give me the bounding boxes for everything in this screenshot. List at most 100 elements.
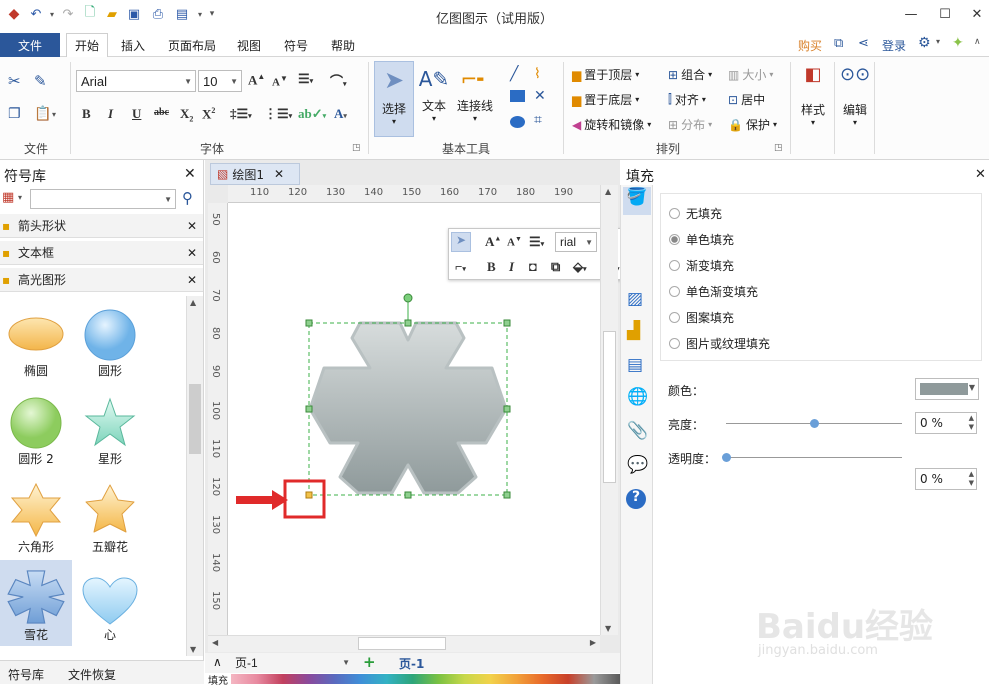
- paste-icon[interactable]: 📋: [34, 106, 51, 122]
- resize-handle[interactable]: [503, 491, 511, 499]
- tab-home[interactable]: 开始: [66, 33, 108, 58]
- layers-icon[interactable]: ▟: [627, 321, 640, 341]
- ellipse-tool-icon[interactable]: [510, 116, 525, 128]
- shrink-font-icon[interactable]: A▼: [272, 74, 288, 89]
- float-bold-icon[interactable]: B: [487, 259, 496, 275]
- document-tab[interactable]: ▧ 绘图1 ✕: [210, 163, 300, 185]
- float-grow-font-icon[interactable]: A▲: [485, 234, 501, 250]
- underline-icon[interactable]: U: [132, 106, 141, 122]
- font-name-select[interactable]: Arial ▼: [76, 70, 196, 92]
- scroll-down-icon[interactable]: ▼: [190, 645, 196, 654]
- shape-circle-2[interactable]: 圆形 2: [0, 384, 72, 470]
- resize-handle[interactable]: [305, 319, 313, 327]
- page-select[interactable]: 页-1 ▼: [231, 653, 353, 671]
- shape-circle[interactable]: 圆形: [74, 296, 146, 382]
- select-tool-button[interactable]: ➤ 选择 ▾: [374, 61, 414, 137]
- page-list-icon[interactable]: ▤: [627, 355, 643, 375]
- transparency-input[interactable]: 0 % ▲ ▼: [915, 468, 977, 490]
- italic-icon[interactable]: I: [108, 106, 113, 122]
- font-dialog-launcher-icon[interactable]: ◳: [352, 143, 361, 153]
- canvas-horizontal-scrollbar[interactable]: ◀ ▶: [208, 635, 600, 652]
- shape-five-petal-flower[interactable]: 五瓣花: [74, 472, 146, 558]
- line-tool-icon[interactable]: ╱: [510, 66, 518, 82]
- text-curve-icon[interactable]: ⌒▾: [330, 71, 347, 90]
- transparency-slider-track[interactable]: [726, 457, 902, 458]
- canvas-hscroll-thumb[interactable]: [358, 637, 446, 650]
- radio-picture-fill[interactable]: 图片或纹理填充: [669, 330, 981, 356]
- palette-swatches[interactable]: [231, 674, 620, 684]
- brightness-slider-thumb[interactable]: [810, 419, 819, 428]
- library-scroll-thumb[interactable]: [189, 384, 201, 454]
- float-select-icon[interactable]: ➤: [451, 232, 471, 252]
- float-italic-icon[interactable]: I: [509, 259, 514, 275]
- page-tab[interactable]: 页-1: [399, 655, 424, 672]
- tab-view[interactable]: 视图: [228, 33, 270, 57]
- paste-dropdown-icon[interactable]: ▾: [52, 110, 56, 119]
- radio-no-fill[interactable]: 无填充: [669, 200, 981, 226]
- canvas-vertical-scrollbar[interactable]: ▲ ▼: [600, 185, 618, 635]
- arc-tool-icon[interactable]: ⌇: [534, 66, 541, 82]
- style-button[interactable]: ◧ 样式 ▾: [796, 64, 830, 148]
- shape-star[interactable]: 星形: [74, 384, 146, 470]
- font-size-select[interactable]: 10 ▼: [198, 70, 242, 92]
- library-section-highlight[interactable]: 高光图形 ✕ ▪: [0, 268, 203, 292]
- settings-dropdown-icon[interactable]: ▾: [936, 37, 940, 46]
- search-icon[interactable]: ⚲: [182, 189, 193, 207]
- align-button[interactable]: ⫿ 对齐 ▾: [668, 91, 706, 108]
- subscript-icon[interactable]: X2: [180, 106, 193, 124]
- fill-paint-icon[interactable]: 🪣: [623, 187, 651, 215]
- image-icon[interactable]: ▨: [627, 289, 643, 309]
- resize-handle[interactable]: [404, 319, 412, 327]
- cut-icon[interactable]: ✂: [8, 72, 21, 90]
- minimize-button[interactable]: —: [896, 4, 926, 24]
- tab-file[interactable]: 文件: [0, 33, 60, 57]
- snowflake-shape[interactable]: [300, 290, 520, 510]
- resize-handle[interactable]: [503, 319, 511, 327]
- distribute-button[interactable]: ⊞ 分布 ▾: [668, 116, 712, 133]
- brightness-input[interactable]: 0 % ▲ ▼: [915, 412, 977, 434]
- help-icon[interactable]: ?: [626, 489, 646, 509]
- share-icon[interactable]: ⋖: [858, 36, 869, 51]
- crop-tool-icon[interactable]: ⌗: [534, 112, 542, 128]
- size-button[interactable]: ▥ 大小 ▾: [728, 66, 773, 83]
- radio-pattern-fill[interactable]: 图案填充: [669, 304, 981, 330]
- app-menu-icon[interactable]: ✦: [952, 35, 964, 51]
- bold-icon[interactable]: B: [82, 106, 91, 122]
- color-palette-strip[interactable]: 填充: [205, 673, 620, 687]
- tab-symbol-library[interactable]: 符号库: [8, 666, 44, 683]
- tab-file-recovery[interactable]: 文件恢复: [68, 666, 116, 683]
- attachment-icon[interactable]: 📎: [627, 421, 648, 441]
- library-search-input[interactable]: ▼: [30, 189, 176, 209]
- float-back-icon[interactable]: ⧉: [551, 259, 560, 275]
- float-connector-icon[interactable]: ⌐▾: [455, 259, 466, 275]
- close-document-icon[interactable]: ✕: [274, 167, 284, 181]
- scroll-left-icon[interactable]: ◀: [212, 638, 218, 647]
- share-screen-icon[interactable]: ⧉: [834, 36, 843, 51]
- hyperlink-globe-icon[interactable]: 🌐: [627, 387, 648, 407]
- library-menu-icon[interactable]: ▦: [2, 190, 14, 205]
- scroll-up-icon[interactable]: ▲: [190, 298, 196, 307]
- rectangle-tool-icon[interactable]: [510, 90, 525, 102]
- connector-tool-button[interactable]: ⌐╸ 连接线 ▾: [454, 61, 496, 137]
- maximize-button[interactable]: ☐: [930, 4, 960, 24]
- library-menu-dropdown-icon[interactable]: ▾: [18, 193, 22, 202]
- library-section-arrows[interactable]: 箭头形状 ✕ ▪: [0, 214, 203, 238]
- format-painter-icon[interactable]: ✎: [34, 72, 47, 90]
- shape-hexagram[interactable]: 六角形: [0, 472, 72, 558]
- tab-symbols[interactable]: 符号: [275, 33, 317, 57]
- strikethrough-icon[interactable]: abc: [154, 107, 169, 118]
- resize-handle[interactable]: [503, 405, 511, 413]
- spin-arrows-icon[interactable]: ▲ ▼: [969, 470, 974, 488]
- radio-gradient-fill[interactable]: 渐变填充: [669, 252, 981, 278]
- canvas-vscroll-thumb[interactable]: [603, 331, 616, 483]
- copy-icon[interactable]: ❐: [8, 106, 21, 122]
- tab-insert[interactable]: 插入: [112, 33, 154, 57]
- rotation-handle[interactable]: [403, 293, 413, 303]
- radio-single-gradient-fill[interactable]: 单色渐变填充: [669, 278, 981, 304]
- library-section-textbox[interactable]: 文本框 ✕ ▪: [0, 241, 203, 265]
- font-color-icon[interactable]: A▾: [334, 106, 347, 122]
- protect-button[interactable]: 🔒 保护 ▾: [728, 116, 777, 133]
- resize-handle[interactable]: [404, 491, 412, 499]
- page-bar-collapse-icon[interactable]: ∧: [213, 655, 222, 669]
- scroll-right-icon[interactable]: ▶: [590, 638, 596, 647]
